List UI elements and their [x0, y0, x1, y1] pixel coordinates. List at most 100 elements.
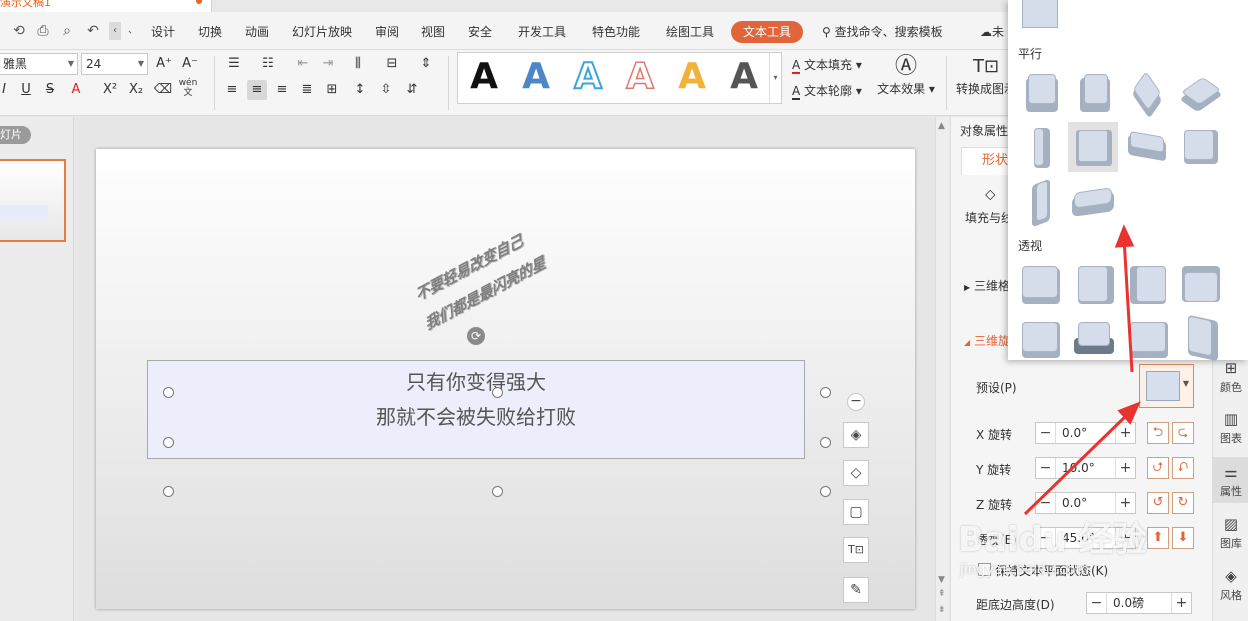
- fill-line-tab[interactable]: 填充与线: [965, 209, 1013, 226]
- grow-font-icon[interactable]: A⁺: [154, 54, 174, 74]
- menu-security[interactable]: 安全: [468, 22, 492, 42]
- wordart-style-red-outline[interactable]: A: [620, 56, 660, 98]
- sidebar-item-gallery[interactable]: ▨ 图库: [1213, 509, 1248, 555]
- z-rotation-stepper[interactable]: − 0.0° +: [1035, 492, 1136, 514]
- wordart-style-gray[interactable]: A: [724, 57, 764, 97]
- rotate-down-icon[interactable]: ⮏: [1172, 457, 1194, 479]
- preset-perspective-4[interactable]: [1180, 264, 1220, 304]
- minus-icon[interactable]: −: [1036, 493, 1056, 513]
- selected-text-box[interactable]: 只有你变得强大 那就不会被失败给打败: [147, 360, 805, 459]
- font-size-select[interactable]: 24 ▼: [81, 53, 148, 75]
- print-icon[interactable]: ⎙: [34, 22, 52, 40]
- y-rotation-value[interactable]: 10.0°: [1062, 458, 1095, 478]
- text-box-icon[interactable]: ⊟: [382, 54, 402, 74]
- preset-parallel-7[interactable]: [1126, 126, 1166, 166]
- minus-icon[interactable]: −: [1036, 458, 1056, 478]
- resize-handle[interactable]: [492, 387, 503, 398]
- increase-indent-icon[interactable]: ⇥: [318, 54, 338, 74]
- wordart-style-orange[interactable]: A: [672, 57, 712, 97]
- menu-special[interactable]: 特色功能: [592, 22, 640, 42]
- page-up-icon[interactable]: ⇞: [938, 589, 946, 599]
- underline-icon[interactable]: U: [16, 80, 36, 100]
- align-center-icon[interactable]: ≡: [247, 80, 267, 100]
- z-rotation-value[interactable]: 0.0°: [1062, 493, 1087, 513]
- text-fill-button[interactable]: A 文本填充 ▾: [792, 56, 862, 74]
- rotate-cw-icon[interactable]: ↻: [1172, 492, 1194, 514]
- paragraph-spacing-icon[interactable]: ↕: [350, 80, 370, 100]
- print-preview-icon[interactable]: ⌕: [58, 22, 76, 40]
- rotate-ccw-icon[interactable]: ↺: [1147, 492, 1169, 514]
- text-convert-icon[interactable]: T⊡: [843, 537, 869, 563]
- rotate-right-icon[interactable]: ⮎: [1172, 422, 1194, 444]
- preset-parallel-6[interactable]: [1068, 122, 1118, 172]
- spacing-after-icon[interactable]: ⇵: [402, 80, 422, 100]
- cloud-sync[interactable]: ☁未: [980, 22, 1004, 42]
- numbered-list-icon[interactable]: ☷: [258, 54, 278, 74]
- threed-rotation-section[interactable]: ◢ 三维旋: [964, 332, 1010, 349]
- preset-parallel-4[interactable]: [1179, 72, 1223, 113]
- convert-smartart-button[interactable]: T⊡ 转换成图示: [956, 54, 1016, 97]
- decrease-indent-icon[interactable]: ⇤: [293, 54, 313, 74]
- preset-parallel-9[interactable]: [1022, 178, 1062, 228]
- preset-perspective-2[interactable]: [1074, 264, 1114, 304]
- menu-design[interactable]: 设计: [151, 22, 175, 42]
- wordart-style-blue-outline[interactable]: A: [568, 56, 608, 98]
- eraser-icon[interactable]: ⌫: [153, 80, 173, 100]
- scroll-down-icon[interactable]: ▼: [938, 575, 945, 585]
- rotate-handle-icon[interactable]: ⟳: [467, 327, 485, 345]
- menu-drawing-tools[interactable]: 绘图工具: [666, 22, 714, 42]
- page-down-icon[interactable]: ⇟: [938, 605, 946, 615]
- subscript-icon[interactable]: X₂: [126, 80, 146, 100]
- gallery-expand-icon[interactable]: ▾: [769, 53, 781, 103]
- preset-perspective-6[interactable]: [1074, 318, 1114, 358]
- slide-thumbnail[interactable]: [0, 159, 66, 242]
- rotate-left-icon[interactable]: ⮌: [1147, 422, 1169, 444]
- minus-icon[interactable]: −: [1036, 423, 1056, 443]
- sidebar-item-chart[interactable]: ▥ 图表: [1213, 404, 1248, 450]
- menu-developer[interactable]: 开发工具: [518, 22, 566, 42]
- preset-perspective-7[interactable]: [1128, 318, 1168, 358]
- resize-handle[interactable]: [820, 387, 831, 398]
- scroll-up-icon[interactable]: ▲: [938, 121, 945, 131]
- resize-handle[interactable]: [820, 486, 831, 497]
- narrow-view-icon[interactable]: ⬆: [1147, 527, 1169, 549]
- spacing-before-icon[interactable]: ⇳: [376, 80, 396, 100]
- sidebar-item-style[interactable]: ◈ 风格: [1213, 561, 1248, 607]
- undo-icon[interactable]: ↶: [84, 22, 102, 40]
- fill-shape-icon[interactable]: ◇: [843, 460, 869, 486]
- preset-parallel-8[interactable]: [1180, 126, 1220, 166]
- pinyin-icon[interactable]: wén 文: [178, 78, 198, 98]
- shrink-font-icon[interactable]: A⁻: [180, 54, 200, 74]
- y-rotation-stepper[interactable]: − 10.0° +: [1035, 457, 1136, 479]
- preset-perspective-5[interactable]: [1020, 318, 1060, 358]
- superscript-icon[interactable]: X²: [100, 80, 120, 100]
- strikethrough-icon[interactable]: S: [40, 80, 60, 100]
- widen-view-icon[interactable]: ⬇: [1172, 527, 1194, 549]
- command-search[interactable]: ⚲ 查找命令、搜索模板: [822, 22, 943, 42]
- document-tab[interactable]: 演示文稿1: [0, 0, 212, 12]
- preset-parallel-5[interactable]: [1022, 126, 1062, 168]
- distributed-icon[interactable]: ⊞: [322, 80, 342, 100]
- preset-parallel-10[interactable]: [1072, 180, 1114, 220]
- preset-perspective-1[interactable]: [1020, 264, 1060, 304]
- outline-shape-icon[interactable]: ▢: [843, 499, 869, 525]
- text-outline-button[interactable]: A 文本轮廓 ▾: [792, 82, 862, 100]
- plus-icon[interactable]: +: [1115, 423, 1135, 443]
- align-left-icon[interactable]: ≡: [222, 80, 242, 100]
- plus-icon[interactable]: +: [1115, 493, 1135, 513]
- preset-parallel-3[interactable]: [1126, 71, 1166, 119]
- x-rotation-stepper[interactable]: − 0.0° +: [1035, 422, 1136, 444]
- collapse-tools-icon[interactable]: −: [847, 393, 865, 411]
- line-spacing-icon[interactable]: ⇕: [416, 54, 436, 74]
- resize-handle[interactable]: [163, 437, 174, 448]
- plus-icon[interactable]: +: [1171, 593, 1191, 613]
- preset-dropdown-button[interactable]: ▼: [1139, 364, 1194, 408]
- columns-icon[interactable]: ⫼: [348, 54, 368, 74]
- text-effect-button[interactable]: Ⓐ 文本效果 ▾: [876, 54, 936, 97]
- font-color-icon[interactable]: A: [66, 80, 86, 100]
- menu-text-tools[interactable]: 文本工具: [731, 21, 804, 43]
- italic-icon[interactable]: I: [0, 80, 14, 100]
- menu-transition[interactable]: 切换: [198, 22, 222, 42]
- vertical-scrollbar[interactable]: ▲ ▼ ⇞ ⇟: [935, 117, 949, 621]
- x-rotation-value[interactable]: 0.0°: [1062, 423, 1087, 443]
